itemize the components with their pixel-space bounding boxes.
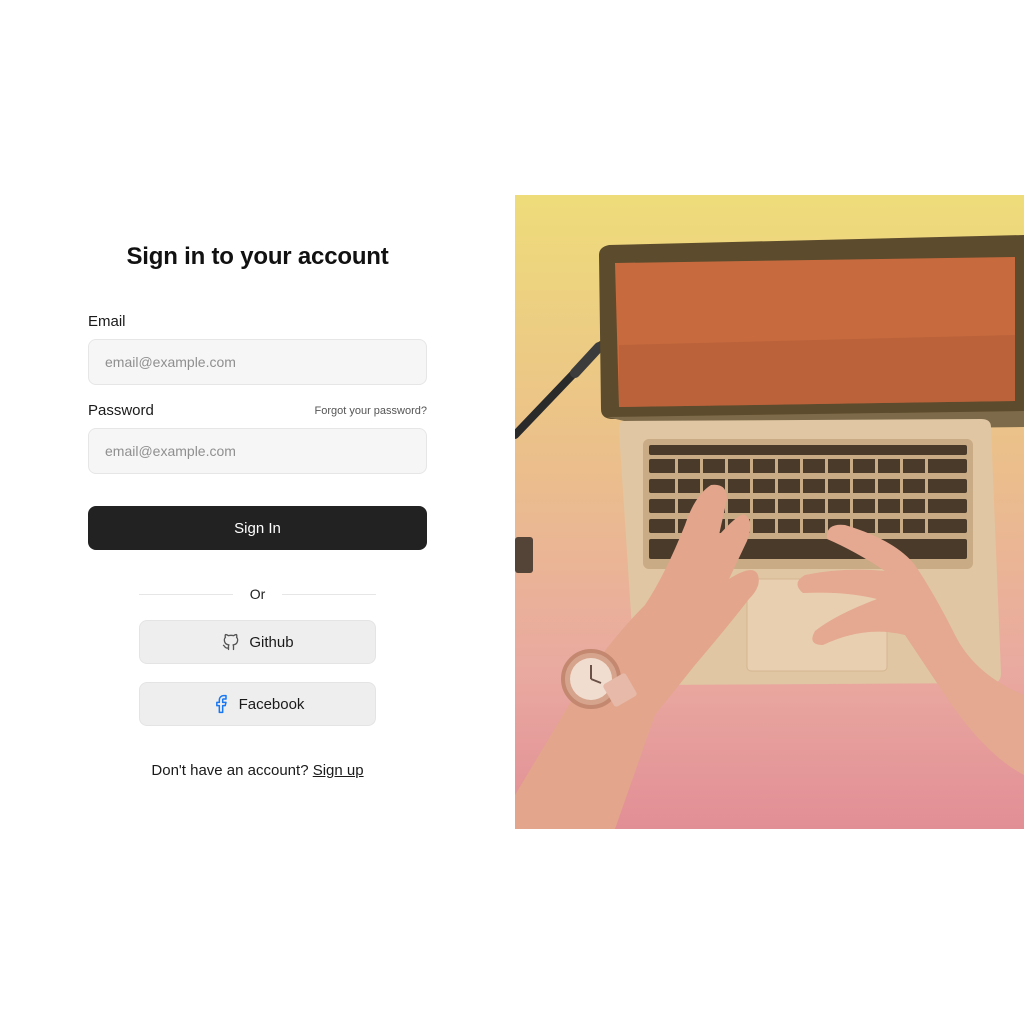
github-button-label: Github bbox=[249, 633, 294, 651]
email-field[interactable] bbox=[88, 339, 427, 385]
facebook-button[interactable]: Facebook bbox=[139, 682, 376, 726]
sign-in-button[interactable]: Sign In bbox=[88, 506, 427, 550]
divider-line-left bbox=[139, 593, 233, 595]
password-label: Password bbox=[88, 402, 154, 419]
page-title: Sign in to your account bbox=[126, 243, 389, 270]
laptop-illustration bbox=[515, 235, 1024, 829]
signup-link[interactable]: Sign up bbox=[313, 762, 364, 779]
pen-illustration bbox=[515, 341, 605, 439]
facebook-button-label: Facebook bbox=[238, 695, 305, 713]
forgot-password-link[interactable]: Forgot your password? bbox=[315, 405, 428, 417]
laptop-screen bbox=[599, 235, 1024, 431]
signup-prompt-row: Don't have an account? Sign up bbox=[0, 762, 515, 779]
sign-in-page: Sign in to your account Email Password F… bbox=[0, 0, 1024, 1024]
facebook-icon bbox=[211, 694, 231, 714]
hero-image bbox=[515, 195, 1024, 829]
signup-prompt-text: Don't have an account? bbox=[151, 762, 309, 779]
sign-in-form-panel: Sign in to your account Email Password F… bbox=[0, 195, 515, 829]
or-divider: Or bbox=[139, 584, 376, 604]
password-field[interactable] bbox=[88, 428, 427, 474]
divider-text: Or bbox=[249, 586, 266, 602]
divider-line-right bbox=[282, 593, 376, 595]
github-icon bbox=[221, 632, 241, 652]
github-button[interactable]: Github bbox=[139, 620, 376, 664]
email-label: Email bbox=[88, 313, 126, 330]
